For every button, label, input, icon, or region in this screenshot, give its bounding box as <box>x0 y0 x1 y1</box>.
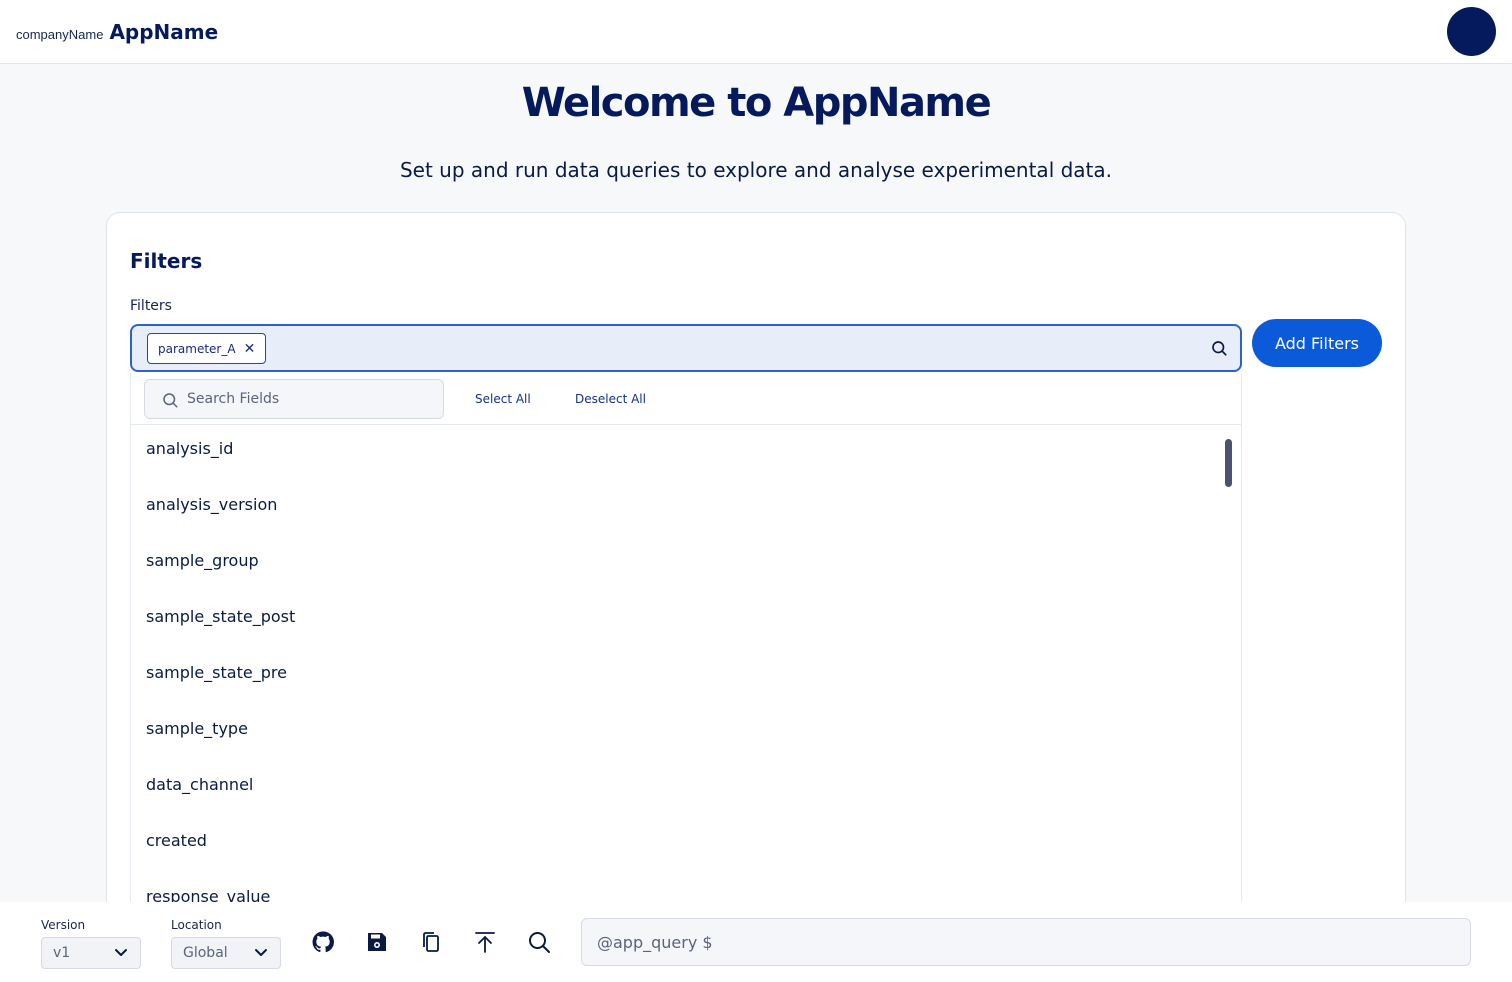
deselect-all-button[interactable]: Deselect All <box>575 392 646 406</box>
add-filters-button[interactable]: Add Filters <box>1252 319 1382 367</box>
chevron-down-icon <box>255 949 267 956</box>
company-name: companyName <box>16 27 104 42</box>
search-icon <box>163 393 178 408</box>
query-footer: Version v1 Location Global <box>0 902 1512 982</box>
location-select-value: Global <box>183 945 228 961</box>
save-icon[interactable] <box>365 930 389 954</box>
dropdown-toolbar: Select All Deselect All <box>131 373 1241 425</box>
app-header: companyName AppName <box>0 0 1512 64</box>
brand-logo[interactable]: companyName AppName <box>16 20 218 44</box>
upload-icon[interactable] <box>473 930 497 954</box>
fields-dropdown: Select All Deselect All analysis_id anal… <box>130 373 1242 933</box>
user-avatar[interactable] <box>1447 7 1496 56</box>
filter-chip: parameter_A ✕ <box>147 333 267 364</box>
github-icon[interactable] <box>311 930 335 954</box>
field-list: analysis_id analysis_version sample_grou… <box>131 426 1221 930</box>
select-all-button[interactable]: Select All <box>475 392 531 406</box>
page-title: Welcome to AppName <box>521 80 992 126</box>
location-select[interactable]: Global <box>171 937 281 969</box>
search-fields-box <box>144 379 444 419</box>
list-item[interactable]: data_channel <box>131 762 1221 818</box>
copy-icon[interactable] <box>419 930 443 954</box>
filters-section-title: Filters <box>130 249 203 273</box>
search-icon[interactable] <box>1210 339 1228 357</box>
version-select[interactable]: v1 <box>41 937 141 969</box>
filters-field-label: Filters <box>130 298 172 314</box>
filters-card: Filters Filters parameter_A ✕ Add Filter… <box>106 212 1406 933</box>
list-item[interactable]: sample_state_pre <box>131 650 1221 706</box>
app-name: AppName <box>109 20 219 44</box>
query-input[interactable] <box>581 918 1471 966</box>
dropdown-scrollbar[interactable] <box>1225 439 1232 487</box>
filter-chip-label: parameter_A <box>158 341 236 356</box>
list-item[interactable]: analysis_version <box>131 482 1221 538</box>
version-label: Version <box>41 918 86 932</box>
list-item[interactable]: sample_state_post <box>131 594 1221 650</box>
search-fields-input[interactable] <box>187 380 437 418</box>
search-icon[interactable] <box>527 930 551 954</box>
list-item[interactable]: sample_group <box>131 538 1221 594</box>
chevron-down-icon <box>115 949 127 956</box>
page-subtitle: Set up and run data queries to explore a… <box>399 158 1113 182</box>
location-label: Location <box>171 918 222 932</box>
list-item[interactable]: created <box>131 818 1221 874</box>
list-item[interactable]: analysis_id <box>131 426 1221 482</box>
version-select-value: v1 <box>53 945 71 961</box>
list-item[interactable]: sample_type <box>131 706 1221 762</box>
filters-multiselect-input[interactable]: parameter_A ✕ <box>130 324 1242 372</box>
close-icon[interactable]: ✕ <box>244 341 256 357</box>
